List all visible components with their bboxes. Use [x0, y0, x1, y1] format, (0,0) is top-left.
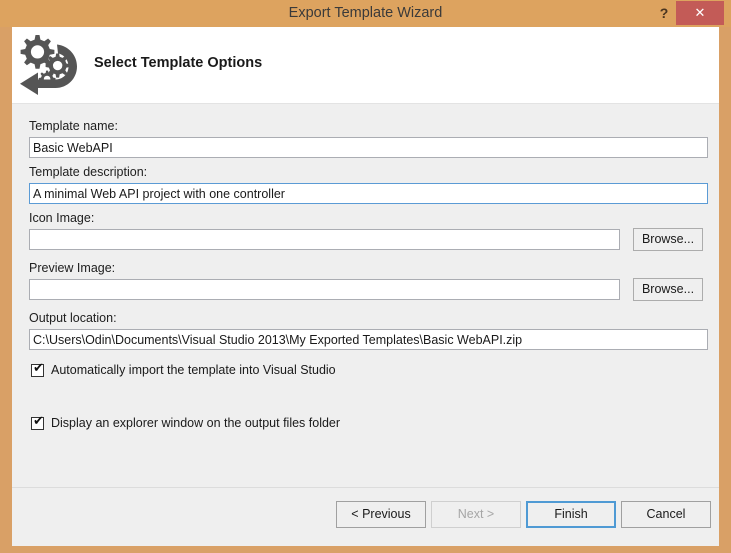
wizard-header: Select Template Options: [12, 27, 719, 104]
page-title: Select Template Options: [94, 55, 263, 71]
template-description-label: Template description:: [29, 165, 148, 179]
preview-image-label: Preview Image:: [29, 261, 116, 275]
auto-import-checkbox[interactable]: ✔: [31, 361, 44, 377]
auto-import-checkbox-label: Automatically import the template into V…: [51, 363, 336, 377]
display-explorer-checkbox-label: Display an explorer window on the output…: [51, 416, 341, 430]
preview-image-browse-button[interactable]: Browse...: [633, 278, 703, 301]
template-name-input[interactable]: [29, 137, 708, 158]
check-icon: ✔: [33, 414, 44, 429]
close-button[interactable]: ✕: [676, 1, 724, 25]
cancel-button[interactable]: Cancel: [621, 501, 711, 528]
template-description-input[interactable]: [29, 183, 708, 204]
previous-button[interactable]: < Previous: [336, 501, 426, 528]
export-template-wizard-window: Export Template Wizard ? ✕ Select Templa…: [0, 0, 731, 553]
preview-image-input[interactable]: [29, 279, 620, 300]
output-location-input[interactable]: [29, 329, 708, 350]
wizard-body: Template name: Template description: Ico…: [12, 104, 719, 487]
title-bar: Export Template Wizard ? ✕: [0, 0, 731, 27]
icon-image-label: Icon Image:: [29, 211, 95, 225]
display-explorer-checkbox[interactable]: ✔: [31, 414, 44, 430]
export-template-gears-icon: [14, 31, 82, 95]
icon-image-browse-button[interactable]: Browse...: [633, 228, 703, 251]
check-icon: ✔: [33, 361, 44, 376]
icon-image-input[interactable]: [29, 229, 620, 250]
template-name-label: Template name:: [29, 119, 118, 133]
help-button[interactable]: ?: [652, 0, 676, 26]
next-button: Next >: [431, 501, 521, 528]
finish-button[interactable]: Finish: [526, 501, 616, 528]
window-title: Export Template Wizard: [288, 5, 443, 21]
wizard-footer: < Previous Next > Finish Cancel: [12, 487, 719, 546]
output-location-label: Output location:: [29, 311, 117, 325]
